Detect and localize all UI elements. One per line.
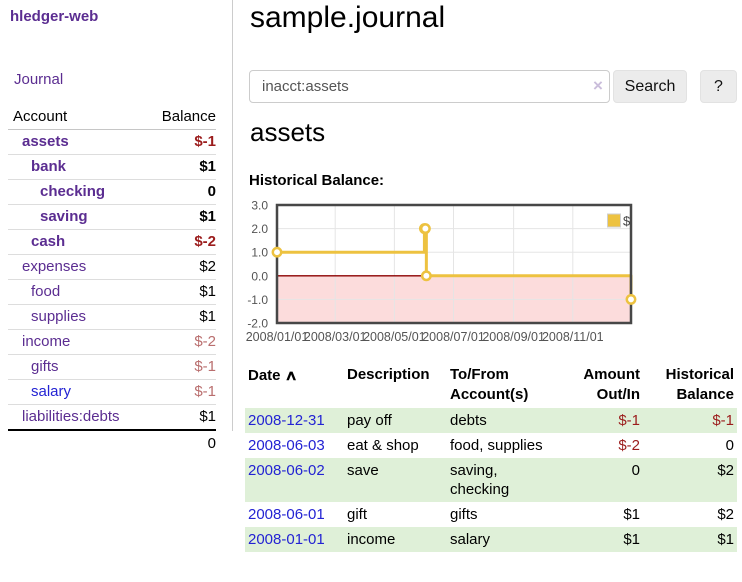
legend-swatch (608, 214, 621, 227)
transaction-accounts: food, supplies (447, 433, 559, 458)
transaction-balance: $-1 (643, 408, 737, 433)
column-header-balance[interactable]: Historical Balance (643, 362, 737, 408)
date-header-label: Date (248, 367, 281, 384)
x-axis-labels: 2008/01/012008/03/012008/05/012008/07/01… (246, 330, 604, 344)
svg-text:2008/01/01: 2008/01/01 (246, 330, 309, 344)
svg-text:1.0: 1.0 (251, 246, 268, 260)
account-row: gifts $-1 (8, 355, 216, 380)
transaction-date-link[interactable]: 2008-01-01 (248, 531, 325, 548)
account-row: salary $-1 (8, 380, 216, 405)
transaction-accounts: saving, checking (447, 458, 559, 502)
transaction-description: gift (344, 502, 447, 527)
historical-balance-chart[interactable]: $3.0 2.0 1.0 0.0 -1.0 -2.02008/01/012008/03/0… (0, 0, 742, 352)
transaction-accounts: salary (447, 527, 559, 552)
transaction-date-link[interactable]: 2008-06-02 (248, 462, 325, 479)
account-balance: $-1 (144, 355, 216, 380)
legend-label: $ (623, 214, 631, 229)
transaction-date-link[interactable]: 2008-06-01 (248, 506, 325, 523)
svg-text:-2.0: -2.0 (247, 317, 268, 331)
transaction-accounts: debts (447, 408, 559, 433)
svg-text:2008/07/01: 2008/07/01 (422, 330, 485, 344)
svg-text:2008/11/01: 2008/11/01 (542, 330, 604, 344)
column-header-accounts[interactable]: To/From Account(s) (447, 362, 559, 408)
transaction-balance: $2 (643, 458, 737, 502)
transaction-row: 2008-06-03 eat & shopfood, supplies$-20 (245, 433, 737, 458)
accounts-total-spacer (8, 430, 144, 456)
svg-text:3.0: 3.0 (251, 199, 268, 213)
sort-ascending-icon: ∧ (284, 365, 297, 385)
accounts-total-value: 0 (144, 430, 216, 456)
svg-text:-1.0: -1.0 (247, 293, 268, 307)
svg-text:2.0: 2.0 (251, 222, 268, 236)
transaction-row: 2008-06-02 savesaving, checking0$2 (245, 458, 737, 502)
hledger-web-app: hledger-web Journal Account Balance asse… (0, 0, 742, 582)
transaction-balance: $2 (643, 502, 737, 527)
transactions-table: Date∧ Description To/From Account(s) Amo… (245, 362, 737, 552)
transaction-row: 2008-06-01 giftgifts$1$2 (245, 502, 737, 527)
legend: $ (608, 214, 632, 229)
transaction-amount: $-2 (559, 433, 643, 458)
y-axis-labels: 3.0 2.0 1.0 0.0 -1.0 -2.0 (247, 199, 268, 331)
svg-text:2008/09/01: 2008/09/01 (482, 330, 545, 344)
account-link[interactable]: liabilities:debts (22, 408, 120, 425)
transaction-amount: $1 (559, 502, 643, 527)
column-header-amount[interactable]: Amount Out/In (559, 362, 643, 408)
svg-text:0.0: 0.0 (251, 269, 268, 283)
transaction-amount: $1 (559, 527, 643, 552)
transaction-description: income (344, 527, 447, 552)
transaction-date-link[interactable]: 2008-06-03 (248, 437, 325, 454)
transaction-accounts: gifts (447, 502, 559, 527)
transaction-description: pay off (344, 408, 447, 433)
transaction-row: 2008-01-01incomesalary$1$1 (245, 527, 737, 552)
transaction-balance: 0 (643, 433, 737, 458)
transaction-description: save (344, 458, 447, 502)
accounts-total-row: 0 (8, 430, 216, 456)
transaction-date-link[interactable]: 2008-12-31 (248, 412, 325, 429)
account-link[interactable]: gifts (31, 358, 59, 375)
account-balance: $1 (144, 405, 216, 431)
transaction-description: eat & shop (344, 433, 447, 458)
column-header-description[interactable]: Description (344, 362, 447, 408)
svg-text:2008/03/01: 2008/03/01 (304, 330, 367, 344)
svg-text:2008/05/01: 2008/05/01 (363, 330, 426, 344)
transaction-balance: $1 (643, 527, 737, 552)
account-row: liabilities:debts $1 (8, 405, 216, 431)
transaction-amount: $-1 (559, 408, 643, 433)
column-header-date[interactable]: Date∧ (245, 362, 344, 408)
transaction-row: 2008-12-31pay offdebts$-1$-1 (245, 408, 737, 433)
transaction-amount: 0 (559, 458, 643, 502)
account-balance: $-1 (144, 380, 216, 405)
account-link[interactable]: salary (31, 383, 71, 400)
